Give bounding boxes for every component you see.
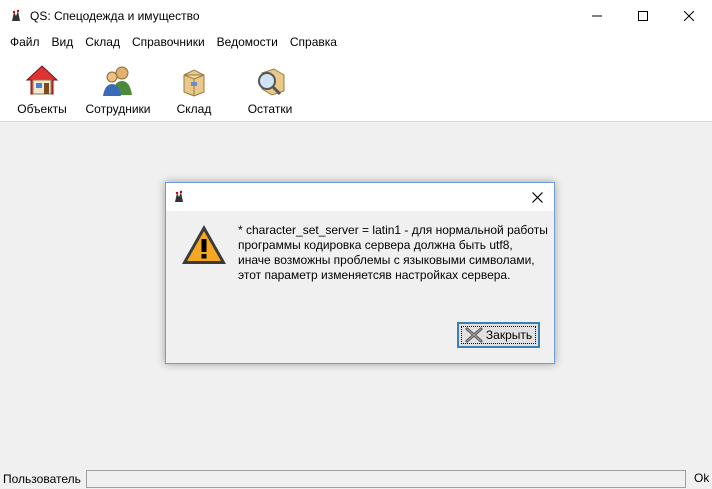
menu-bar: Файл Вид Склад Справочники Ведомости Спр… (0, 31, 712, 53)
status-bar: Пользователь Ok (0, 468, 712, 489)
toolbar-employees-button[interactable]: Сотрудники (84, 53, 152, 121)
box-icon (183, 69, 205, 97)
status-user-field (86, 470, 686, 488)
warning-dialog: * character_set_server = latin1 - для но… (165, 182, 555, 364)
menu-help[interactable]: Справка (284, 31, 343, 53)
toolbar-stock-button[interactable]: Остатки (236, 53, 304, 121)
window-title: QS: Спецодежда и имущество (30, 8, 200, 23)
close-icon (684, 10, 694, 21)
toolbar-warehouse-button[interactable]: Склад (152, 53, 236, 121)
maximize-icon (638, 10, 648, 21)
dialog-title-bar[interactable] (166, 183, 554, 211)
dialog-close-button[interactable] (526, 186, 548, 208)
dialog-close-action-button[interactable]: Закрыть (457, 322, 540, 348)
toolbar-objects-label: Объекты (17, 102, 67, 116)
jester-icon (172, 190, 186, 204)
menu-view[interactable]: Вид (46, 31, 80, 53)
dialog-message: * character_set_server = latin1 - для но… (238, 223, 548, 283)
menu-warehouse[interactable]: Склад (79, 31, 126, 53)
jester-icon[interactable] (8, 8, 24, 24)
users-icon (103, 66, 132, 96)
toolbar-employees-label: Сотрудники (85, 102, 151, 116)
status-user-label: Пользователь (3, 471, 81, 486)
app-window: QS: Спецодежда и имущество Файл Вид Скла… (0, 0, 712, 489)
minimize-button[interactable] (574, 0, 620, 31)
window-controls (574, 0, 712, 31)
title-bar[interactable]: QS: Спецодежда и имущество (0, 0, 712, 31)
maximize-button[interactable] (620, 0, 666, 31)
menu-file[interactable]: Файл (0, 31, 46, 53)
toolbar-warehouse-label: Склад (176, 102, 212, 116)
dialog-close-action-label: Закрыть (485, 328, 533, 342)
menu-references[interactable]: Справочники (126, 31, 211, 53)
menu-reports[interactable]: Ведомости (211, 31, 284, 53)
close-x-icon (465, 327, 483, 343)
status-ok-text: Ok (694, 471, 710, 485)
dialog-message-line: этот параметр изменяетсяв настройках сер… (238, 268, 511, 282)
close-icon (531, 191, 543, 203)
toolbar: Объекты Сотрудники Склад Остатки (0, 53, 712, 122)
house-icon (25, 65, 59, 95)
warning-icon (182, 225, 226, 264)
toolbar-stock-label: Остатки (247, 102, 293, 116)
dialog-message-line: иначе возможны проблемы с языковыми симв… (238, 253, 535, 267)
magnifier-icon (258, 68, 285, 96)
close-window-button[interactable] (666, 0, 712, 31)
dialog-message-line: * character_set_server = latin1 - для но… (238, 223, 548, 237)
minimize-icon (592, 15, 602, 16)
toolbar-objects-button[interactable]: Объекты (0, 53, 84, 121)
dialog-message-line: программы кодировка сервера должна быть … (238, 238, 513, 252)
